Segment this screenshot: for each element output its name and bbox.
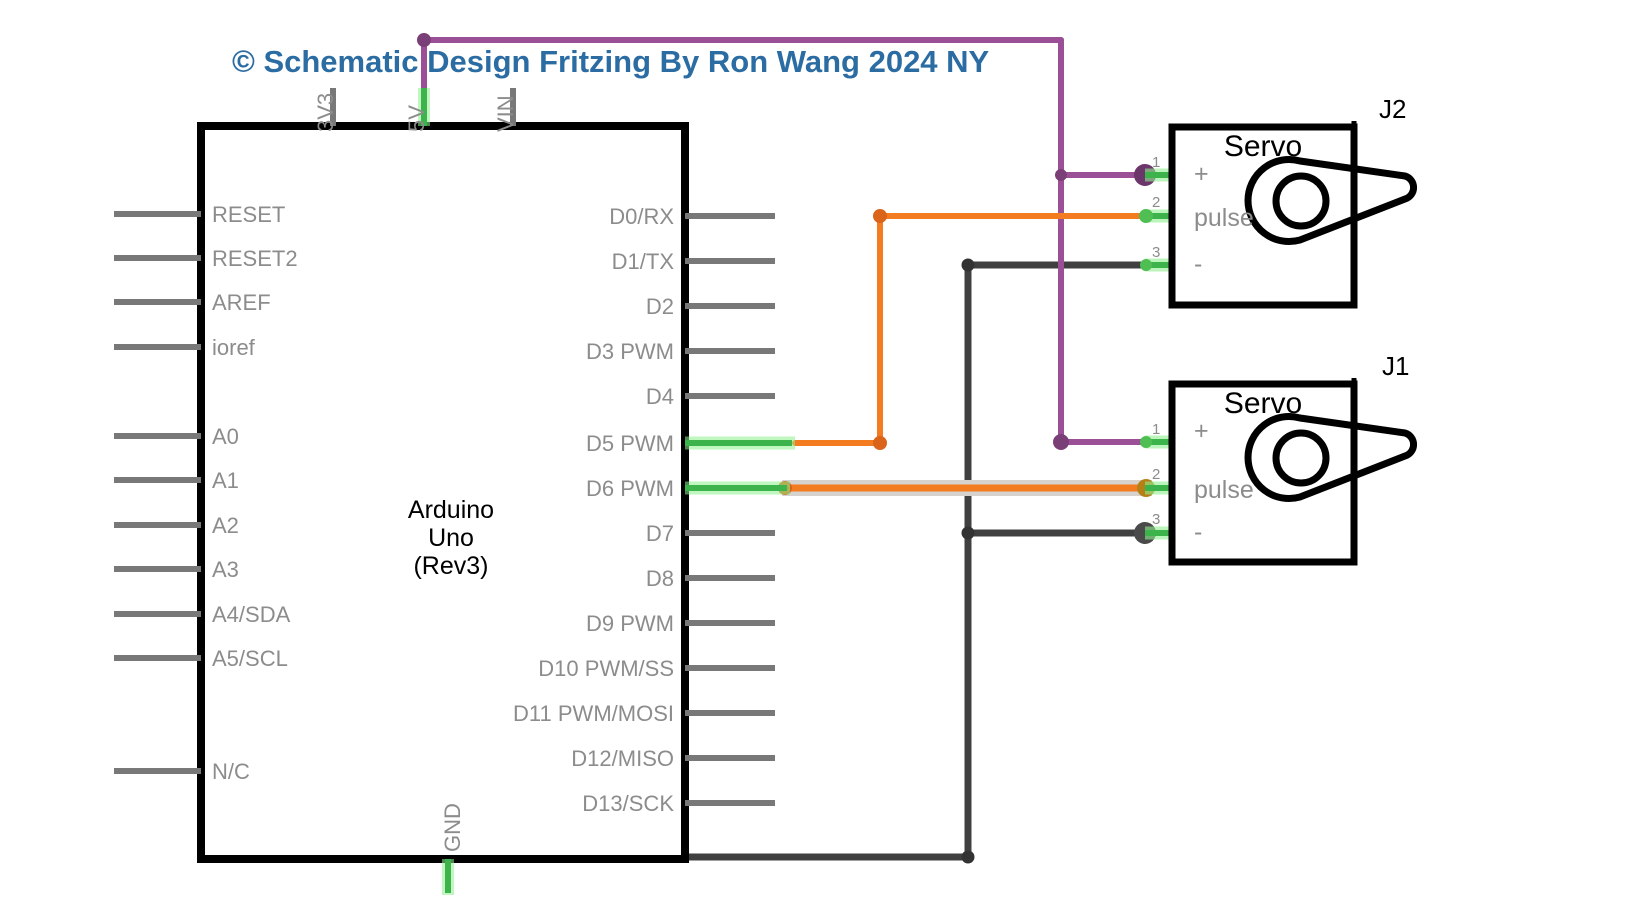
arduino-pin-reset2-label: RESET2 xyxy=(212,246,298,271)
schematic-title: © Schematic Design Fritzing By Ron Wang … xyxy=(232,44,990,79)
arduino-pin-d0-rx-label: D0/RX xyxy=(609,204,674,229)
servo-j2-refdes: J2 xyxy=(1379,94,1406,124)
arduino-pin-d4[interactable]: D4 xyxy=(646,384,775,409)
arduino-pin-nc[interactable]: N/C xyxy=(114,759,250,784)
arduino-pin-d8[interactable]: D8 xyxy=(646,566,775,591)
arduino-pin-d7-label: D7 xyxy=(646,521,674,546)
servo-j1-pin-3-label: - xyxy=(1194,518,1202,546)
arduino-pin-d1-tx-label: D1/TX xyxy=(612,249,675,274)
arduino-pin-d12-miso[interactable]: D12/MISO xyxy=(571,746,775,771)
arduino-pin-d2[interactable]: D2 xyxy=(646,294,775,319)
servo-j2-pin-2-label: pulse xyxy=(1194,204,1254,232)
servo-j2-pin-1-number: 1 xyxy=(1152,154,1160,171)
arduino-pin-a2[interactable]: A2 xyxy=(114,513,239,538)
schematic-svg: Arduino Uno (Rev3) 3V3 5V VIN GND RESET … xyxy=(114,33,1417,895)
schematic-canvas: Arduino Uno (Rev3) 3V3 5V VIN GND RESET … xyxy=(0,0,1628,916)
servo-j1-pin-1-label: + xyxy=(1194,417,1209,445)
arduino-pin-3v3-label: 3V3 xyxy=(313,93,338,132)
arduino-pin-vin-label: VIN xyxy=(493,95,518,132)
arduino-pin-nc-label: N/C xyxy=(212,759,250,784)
servo-j2-pin-2-number: 2 xyxy=(1152,194,1160,211)
arduino-pin-d2-label: D2 xyxy=(646,294,674,319)
arduino-pin-a3[interactable]: A3 xyxy=(114,557,239,582)
arduino-pin-d11-pwm-mosi-label: D11 PWM/MOSI xyxy=(513,701,674,726)
servo-j1-pin-2-number: 2 xyxy=(1152,466,1160,483)
servo-j1-pin-1-number: 1 xyxy=(1152,421,1160,438)
arduino-pin-ioref[interactable]: ioref xyxy=(114,335,256,360)
arduino-pin-d11-pwm-mosi[interactable]: D11 PWM/MOSI xyxy=(513,701,775,726)
arduino-name-line-2: (Rev3) xyxy=(413,552,488,580)
arduino-pin-a0[interactable]: A0 xyxy=(114,424,239,449)
arduino-pin-d5-pwm-label: D5 PWM xyxy=(586,431,674,456)
arduino-pin-3v3[interactable]: 3V3 xyxy=(313,88,338,132)
servo-j2-pin-3-label: - xyxy=(1194,250,1202,278)
arduino-pin-aref[interactable]: AREF xyxy=(114,290,271,315)
arduino-pin-vin[interactable]: VIN xyxy=(493,88,518,132)
arduino-pin-d0-rx[interactable]: D0/RX xyxy=(609,204,775,229)
arduino-pin-reset-label: RESET xyxy=(212,202,285,227)
arduino-pin-a1[interactable]: A1 xyxy=(114,468,239,493)
servo-part-j2[interactable]: 1 2 3 Servo + pulse - J2 xyxy=(1139,94,1417,309)
arduino-pin-a4-sda-label: A4/SDA xyxy=(212,602,291,627)
arduino-pin-d13-sck-label: D13/SCK xyxy=(582,791,674,816)
arduino-pin-5v-label: 5V xyxy=(404,105,429,132)
arduino-pin-a1-label: A1 xyxy=(212,468,239,493)
servo-j1-pin-3-number: 3 xyxy=(1152,511,1160,528)
arduino-pin-d8-label: D8 xyxy=(646,566,674,591)
servo-j2-title: Servo xyxy=(1224,130,1302,163)
arduino-pin-d3-pwm-label: D3 PWM xyxy=(586,339,674,364)
arduino-pin-a5-scl-label: A5/SCL xyxy=(212,646,288,671)
arduino-pin-d1-tx[interactable]: D1/TX xyxy=(612,249,775,274)
arduino-pin-d4-label: D4 xyxy=(646,384,674,409)
arduino-pin-5v[interactable]: 5V xyxy=(404,88,430,132)
arduino-uno-part[interactable]: Arduino Uno (Rev3) 3V3 5V VIN GND RESET … xyxy=(114,88,795,895)
servo-j1-refdes: J1 xyxy=(1382,351,1409,381)
arduino-name-line-1: Uno xyxy=(428,524,474,552)
arduino-pin-a3-label: A3 xyxy=(212,557,239,582)
servo-j2-pin-3-number: 3 xyxy=(1152,244,1160,261)
servo-j1-pin-2-label: pulse xyxy=(1194,476,1254,504)
arduino-pin-gnd-label: GND xyxy=(440,803,465,852)
arduino-pin-d5-pwm[interactable]: D5 PWM xyxy=(586,431,795,456)
arduino-pin-d10-pwm-ss[interactable]: D10 PWM/SS xyxy=(538,656,775,681)
arduino-pin-a0-label: A0 xyxy=(212,424,239,449)
arduino-pin-d6-pwm-label: D6 PWM xyxy=(586,476,674,501)
arduino-pin-d7[interactable]: D7 xyxy=(646,521,775,546)
arduino-name-line-0: Arduino xyxy=(408,496,494,524)
net-d6-pulse[interactable] xyxy=(778,479,1155,497)
servo-j2-pin-1-label: + xyxy=(1194,160,1209,188)
arduino-pin-aref-label: AREF xyxy=(212,290,271,315)
arduino-pin-gnd[interactable]: GND xyxy=(440,803,465,895)
servo-j1-title: Servo xyxy=(1224,387,1302,420)
arduino-pin-d9-pwm-label: D9 PWM xyxy=(586,611,674,636)
servo-part-j1[interactable]: 1 2 3 Servo + pulse - J1 xyxy=(1140,351,1417,566)
arduino-pin-d12-miso-label: D12/MISO xyxy=(571,746,674,771)
arduino-pin-d10-pwm-ss-label: D10 PWM/SS xyxy=(538,656,674,681)
arduino-pin-ioref-label: ioref xyxy=(212,335,256,360)
arduino-pin-a2-label: A2 xyxy=(212,513,239,538)
